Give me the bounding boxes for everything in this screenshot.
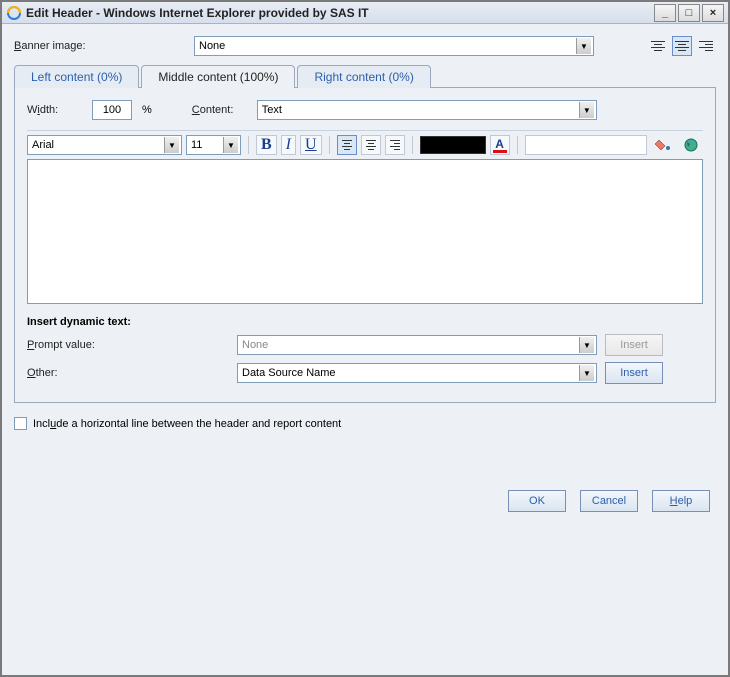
ie-icon — [6, 5, 22, 21]
banner-select-value: None — [197, 40, 576, 52]
text-editor[interactable] — [27, 159, 703, 304]
italic-button[interactable]: I — [281, 135, 296, 155]
banner-label: Banner image: — [14, 40, 194, 52]
insert-prompt-button: Insert — [605, 334, 663, 356]
banner-select[interactable]: None ▼ — [194, 36, 594, 56]
toolbar-separator — [329, 136, 330, 154]
banner-align-group — [648, 36, 716, 56]
width-unit: % — [142, 104, 152, 116]
prompt-value-select[interactable]: None ▼ — [237, 335, 597, 355]
maximize-button[interactable]: □ — [678, 4, 700, 22]
dropdown-arrow-icon: ▼ — [576, 38, 591, 54]
banner-align-center[interactable] — [672, 36, 692, 56]
other-row: Other: Data Source Name ▼ Insert — [27, 362, 703, 384]
width-content-row: Width: % Content: Text ▼ — [27, 100, 703, 120]
content-label: Content: — [192, 104, 247, 116]
banner-row: Banner image: None ▼ — [14, 36, 716, 56]
horizontal-line-checkbox[interactable] — [14, 417, 27, 430]
cancel-button[interactable]: Cancel — [580, 490, 638, 512]
text-align-center[interactable] — [361, 135, 381, 155]
font-color-bar — [493, 150, 507, 153]
minimize-button[interactable]: _ — [654, 4, 676, 22]
width-label: Width: — [27, 104, 82, 116]
font-size-select[interactable]: 11 ▼ — [186, 135, 241, 155]
close-button[interactable]: × — [702, 4, 724, 22]
font-color-button[interactable]: A — [490, 135, 510, 155]
window-title: Edit Header - Windows Internet Explorer … — [26, 6, 369, 20]
other-label: Other: — [27, 367, 237, 379]
font-family-select[interactable]: Arial ▼ — [27, 135, 182, 155]
prompt-value-row: Prompt value: None ▼ Insert — [27, 334, 703, 356]
dropdown-arrow-icon: ▼ — [164, 137, 179, 153]
dialog-body: Banner image: None ▼ Left content (0%) M… — [2, 24, 728, 675]
banner-align-right[interactable] — [696, 36, 716, 56]
editor-toolbar: Arial ▼ 11 ▼ B I U A — [27, 130, 703, 157]
text-align-left[interactable] — [337, 135, 357, 155]
banner-align-left[interactable] — [648, 36, 668, 56]
bold-button[interactable]: B — [256, 135, 277, 155]
font-family-value: Arial — [30, 139, 164, 151]
toolbar-separator — [248, 136, 249, 154]
insert-other-button[interactable]: Insert — [605, 362, 663, 384]
globe-button[interactable] — [679, 135, 703, 155]
content-select-value: Text — [260, 104, 579, 116]
help-button[interactable]: Help — [652, 490, 710, 512]
other-value-text: Data Source Name — [240, 367, 579, 379]
horizontal-line-label: Include a horizontal line between the he… — [33, 418, 341, 430]
dynamic-section-label: Insert dynamic text: — [27, 316, 703, 328]
content-select[interactable]: Text ▼ — [257, 100, 597, 120]
font-color-icon: A — [495, 138, 504, 150]
prompt-value-label: Prompt value: — [27, 339, 237, 351]
toolbar-spacer-box — [525, 135, 647, 155]
dropdown-arrow-icon: ▼ — [579, 337, 594, 353]
fill-button[interactable] — [651, 135, 675, 155]
dropdown-arrow-icon: ▼ — [223, 137, 238, 153]
toolbar-separator — [517, 136, 518, 154]
background-color-swatch[interactable] — [420, 136, 486, 154]
toolbar-separator — [412, 136, 413, 154]
underline-button[interactable]: U — [300, 135, 322, 155]
tabs: Left content (0%) Middle content (100%) … — [14, 64, 716, 87]
font-size-value: 11 — [189, 139, 223, 151]
title-bar: Edit Header - Windows Internet Explorer … — [2, 2, 728, 24]
tab-right-content[interactable]: Right content (0%) — [297, 65, 430, 88]
dialog-buttons: OK Cancel Help — [14, 490, 716, 512]
tab-left-content[interactable]: Left content (0%) — [14, 65, 139, 88]
dropdown-arrow-icon: ▼ — [579, 365, 594, 381]
ok-button[interactable]: OK — [508, 490, 566, 512]
prompt-value-text: None — [240, 339, 579, 351]
text-align-right[interactable] — [385, 135, 405, 155]
other-select[interactable]: Data Source Name ▼ — [237, 363, 597, 383]
dropdown-arrow-icon: ▼ — [579, 102, 594, 118]
width-input[interactable] — [92, 100, 132, 120]
tab-middle-content[interactable]: Middle content (100%) — [141, 65, 295, 88]
tab-panel: Width: % Content: Text ▼ Arial ▼ 11 ▼ B … — [14, 87, 716, 403]
hr-checkbox-row: Include a horizontal line between the he… — [14, 417, 716, 430]
